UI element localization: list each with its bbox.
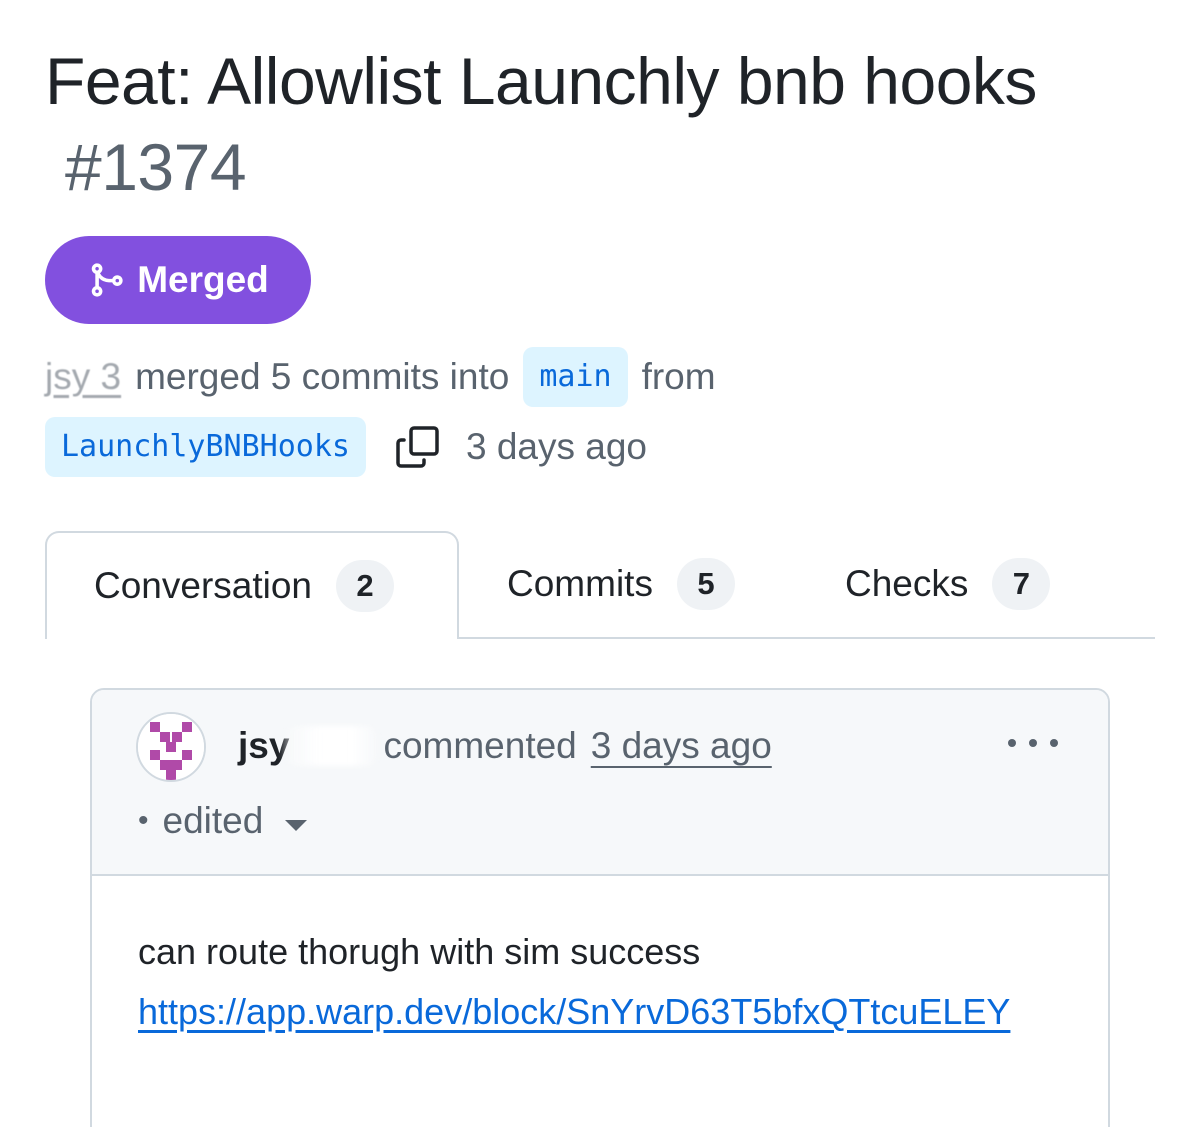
head-branch[interactable]: LaunchlyBNBHooks [45, 417, 366, 477]
merge-time: 3 days ago [465, 426, 648, 467]
pr-number: #1374 [65, 130, 247, 204]
copy-icon[interactable] [394, 423, 442, 471]
merge-summary-cont: LaunchlyBNBHooks 3 days ago [45, 416, 647, 478]
comment-timestamp[interactable]: 3 days ago [591, 725, 772, 767]
pull-request-page: Feat: Allowlist Launchly bnb hooks #1374… [0, 0, 1200, 1127]
comment-byline: jsy commented 3 days ago [238, 718, 772, 774]
base-branch[interactable]: main [523, 347, 628, 407]
tab-label: Conversation [94, 565, 313, 606]
comment-header: jsy commented 3 days ago • edited [92, 690, 1108, 876]
comment-body: can route thorugh with sim success https… [138, 922, 1068, 1042]
state-label: Merged [137, 259, 269, 300]
tab-counter: 7 [992, 558, 1051, 610]
author-link[interactable]: jsy 3 [45, 356, 121, 398]
tab-commits[interactable]: Commits 5 [507, 531, 735, 637]
comment-author[interactable]: jsy [238, 725, 289, 767]
kebab-horizontal-icon[interactable] [1008, 728, 1058, 758]
comment-text: can route thorugh with sim success [138, 931, 701, 972]
redaction-mask [283, 726, 380, 766]
from-text: from [641, 356, 716, 397]
tab-conversation[interactable]: Conversation 2 [45, 531, 459, 639]
warp-block-link[interactable]: https://app.warp.dev/block/SnYrvD63T5bfx… [138, 982, 1068, 1042]
tab-counter: 2 [336, 560, 395, 612]
tab-counter: 5 [676, 558, 735, 610]
comment-box: jsy commented 3 days ago • edited can ro… [90, 688, 1110, 1127]
edited-label: edited [162, 800, 264, 841]
avatar[interactable] [136, 712, 206, 782]
merged-state-badge: Merged [45, 236, 311, 324]
separator-dot: • [138, 804, 149, 837]
git-merge-icon [87, 261, 125, 299]
tab-label: Commits [507, 563, 653, 604]
merge-summary: jsy 3 merged 5 commits into main from [45, 346, 716, 408]
comment-action: commented [383, 725, 577, 766]
pr-tabs: Conversation 2 Commits 5 Checks 7 [45, 531, 1155, 639]
pr-title: Feat: Allowlist Launchly bnb hooks [45, 44, 1037, 118]
tab-checks[interactable]: Checks 7 [845, 531, 1051, 637]
edited-dropdown[interactable]: • edited [138, 796, 308, 846]
merged-text: merged 5 commits into [135, 356, 510, 397]
tab-label: Checks [845, 563, 969, 604]
page-title: Feat: Allowlist Launchly bnb hooks #1374 [45, 38, 1155, 210]
triangle-down-icon [285, 819, 308, 831]
